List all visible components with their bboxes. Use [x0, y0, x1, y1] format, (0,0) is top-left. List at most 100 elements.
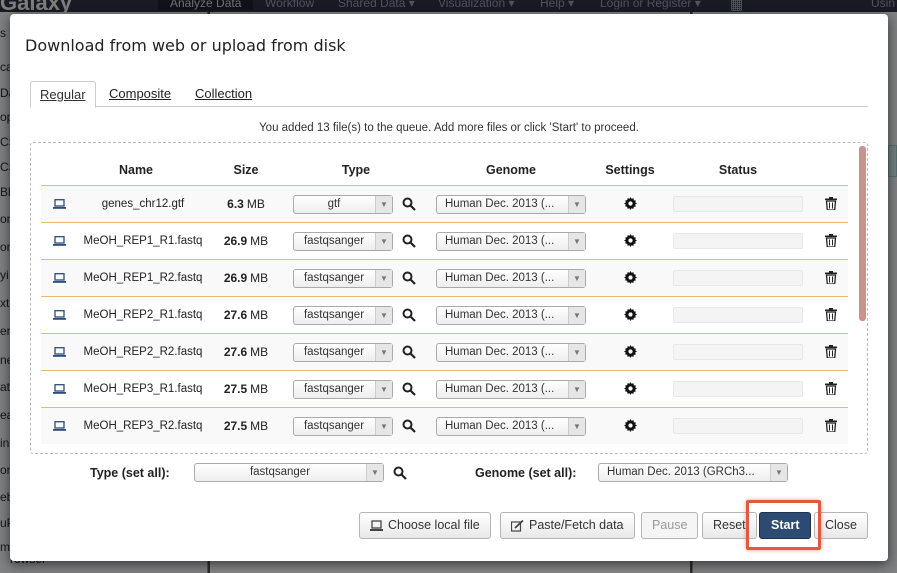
trash-icon[interactable] [825, 419, 837, 432]
gear-icon[interactable] [624, 197, 637, 210]
upload-dialog: Download from web or upload from disk Re… [10, 14, 888, 561]
trash-icon[interactable] [825, 382, 837, 395]
upload-row: MeOH_REP3_R1.fastq 27.5 MB fastqsanger ▼ Huma… [41, 370, 848, 407]
upload-progress-bar: 0% [673, 344, 803, 360]
search-icon[interactable] [402, 419, 416, 433]
pause-button[interactable]: Pause [641, 512, 699, 539]
type-value: fastqsanger [303, 235, 365, 247]
upload-row: MeOH_REP1_R1.fastq 26.9 MB fastqsanger ▼ Huma… [41, 222, 848, 259]
type-select[interactable]: fastqsanger ▼ [293, 343, 393, 362]
search-icon[interactable] [402, 234, 416, 248]
trash-icon[interactable] [825, 308, 837, 321]
trash-icon[interactable] [825, 197, 837, 210]
type-value: fastqsanger [303, 346, 365, 358]
chevron-down-icon: ▼ [568, 196, 585, 213]
genome-set-all-select[interactable]: Human Dec. 2013 (GRCh3... ▼ [598, 463, 788, 482]
type-select[interactable]: fastqsanger ▼ [293, 417, 393, 436]
type-set-all-value: fastqsanger [249, 466, 311, 478]
trash-icon[interactable] [825, 345, 837, 358]
type-select[interactable]: fastqsanger ▼ [293, 380, 393, 399]
queue-scrollbar[interactable] [857, 143, 867, 453]
genome-select[interactable]: Human Dec. 2013 (... ▼ [436, 232, 586, 251]
genome-value: Human Dec. 2013 (... [445, 235, 555, 247]
file-name: MeOH_REP1_R1.fastq [83, 235, 203, 247]
trash-icon[interactable] [825, 234, 837, 247]
type-select[interactable]: fastqsanger ▼ [293, 306, 393, 325]
genome-select[interactable]: Human Dec. 2013 (... ▼ [436, 343, 586, 362]
genome-value: Human Dec. 2013 (... [445, 346, 555, 358]
type-value: fastqsanger [303, 272, 365, 284]
tab-regular[interactable]: Regular [30, 81, 96, 108]
file-size-unit: MB [250, 271, 269, 285]
gear-icon[interactable] [624, 234, 637, 247]
pause-label: Pause [652, 518, 688, 532]
upload-progress-bar: 0% [673, 196, 803, 212]
search-icon[interactable] [402, 308, 416, 322]
search-icon[interactable] [402, 345, 416, 359]
upload-row: MeOH_REP2_R2.fastq 27.6 MB fastqsanger ▼ Huma… [41, 333, 848, 370]
queue-scrollbar-thumb[interactable] [859, 146, 866, 321]
paste-fetch-button[interactable]: Paste/Fetch data [500, 512, 635, 539]
genome-select[interactable]: Human Dec. 2013 (... ▼ [436, 306, 586, 325]
upload-row: MeOH_REP1_R2.fastq 26.9 MB fastqsanger ▼ Huma… [41, 259, 848, 296]
genome-select[interactable]: Human Dec. 2013 (... ▼ [436, 269, 586, 288]
upload-queue: Name Size Type Genome Settings Status ge… [30, 142, 868, 454]
genome-set-all-label: Genome (set all): [475, 466, 577, 480]
upload-progress-bar: 0% [673, 381, 803, 397]
file-size-unit: MB [246, 197, 265, 211]
file-size-value: 6.3 [227, 197, 244, 211]
upload-progress-bar: 0% [673, 270, 803, 286]
type-value: gtf [327, 198, 341, 210]
type-select[interactable]: fastqsanger ▼ [293, 269, 393, 288]
chevron-down-icon: ▼ [375, 381, 392, 398]
trash-icon[interactable] [825, 271, 837, 284]
file-size-value: 26.9 [223, 234, 248, 248]
paste-fetch-label: Paste/Fetch data [529, 518, 624, 532]
file-name: MeOH_REP2_R1.fastq [83, 309, 203, 321]
tab-collection[interactable]: Collection [186, 81, 261, 108]
upload-progress-bar: 0% [673, 418, 803, 434]
laptop-icon [51, 186, 67, 222]
upload-rows: genes_chr12.gtf 6.3 MB gtf ▼ Human Dec. 2013 … [41, 185, 848, 444]
gear-icon[interactable] [624, 345, 637, 358]
search-icon[interactable] [402, 271, 416, 285]
close-button[interactable]: Close [814, 512, 868, 539]
gear-icon[interactable] [624, 308, 637, 321]
chevron-down-icon: ▼ [568, 233, 585, 250]
chevron-down-icon: ▼ [375, 270, 392, 287]
type-select[interactable]: fastqsanger ▼ [293, 232, 393, 251]
genome-set-all-value: Human Dec. 2013 (GRCh3... [607, 466, 755, 478]
laptop-icon [51, 260, 67, 296]
col-type: Type [341, 163, 371, 177]
tab-composite[interactable]: Composite [100, 81, 180, 108]
file-size: 26.9 MB [211, 223, 281, 259]
type-set-all-label: Type (set all): [90, 466, 170, 480]
genome-select[interactable]: Human Dec. 2013 (... ▼ [436, 417, 586, 436]
start-highlight [746, 500, 821, 550]
type-set-all-select[interactable]: fastqsanger ▼ [194, 463, 384, 482]
chevron-down-icon: ▼ [568, 418, 585, 435]
chevron-down-icon: ▼ [375, 307, 392, 324]
genome-select[interactable]: Human Dec. 2013 (... ▼ [436, 195, 586, 214]
col-size: Size [233, 163, 259, 177]
search-icon[interactable] [402, 382, 416, 396]
search-icon[interactable] [402, 197, 416, 211]
gear-icon[interactable] [624, 419, 637, 432]
laptop-icon [51, 297, 67, 333]
gear-icon[interactable] [624, 271, 637, 284]
choose-local-file-button[interactable]: Choose local file [359, 512, 491, 539]
type-select[interactable]: gtf ▼ [293, 195, 393, 214]
genome-value: Human Dec. 2013 (... [445, 383, 555, 395]
gear-icon[interactable] [624, 382, 637, 395]
file-name: MeOH_REP2_R2.fastq [83, 346, 203, 358]
file-size-value: 27.5 [223, 419, 248, 433]
file-size-unit: MB [250, 345, 269, 359]
upload-tabs: Regular Composite Collection [30, 81, 868, 108]
genome-value: Human Dec. 2013 (... [445, 420, 555, 432]
chevron-down-icon: ▼ [375, 196, 392, 213]
genome-select[interactable]: Human Dec. 2013 (... ▼ [436, 380, 586, 399]
search-icon[interactable] [393, 466, 407, 480]
chevron-down-icon: ▼ [568, 270, 585, 287]
type-value: fastqsanger [303, 309, 365, 321]
laptop-icon [51, 408, 67, 444]
